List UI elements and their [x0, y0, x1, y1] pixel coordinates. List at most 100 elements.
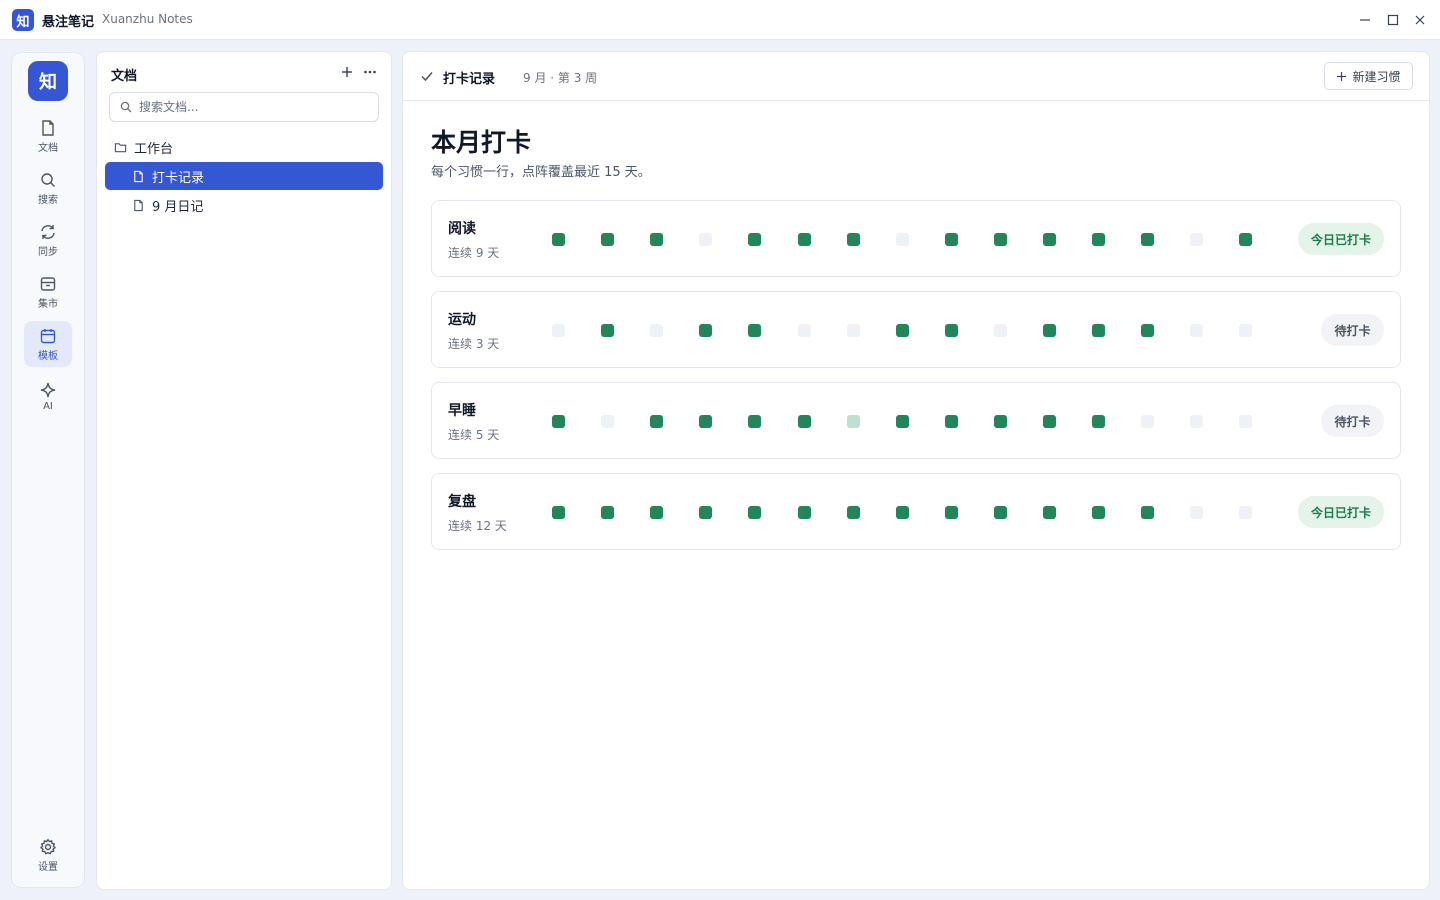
tree-doc-checkin[interactable]: 打卡记录: [105, 162, 383, 190]
day-cell[interactable]: [748, 233, 761, 246]
day-cell[interactable]: [1239, 506, 1252, 519]
day-cell[interactable]: [1141, 415, 1154, 428]
search-input[interactable]: [139, 100, 359, 114]
day-cell[interactable]: [699, 415, 712, 428]
day-cell[interactable]: [699, 506, 712, 519]
day-cell[interactable]: [945, 506, 958, 519]
day-cell[interactable]: [601, 233, 614, 246]
sync-icon: [41, 224, 55, 239]
day-cell[interactable]: [896, 506, 909, 519]
rail-item-templates[interactable]: 模板: [24, 321, 72, 367]
title-bar: 知 悬注笔记 Xuanzhu Notes: [0, 0, 1440, 40]
day-cell[interactable]: [650, 415, 663, 428]
check-in-button[interactable]: 待打卡: [1321, 405, 1384, 437]
rail-item-documents[interactable]: 文档: [24, 113, 72, 159]
rail-item-label: 设置: [38, 861, 58, 873]
maximize-button[interactable]: [1383, 10, 1403, 30]
day-cell[interactable]: [650, 506, 663, 519]
day-cell[interactable]: [896, 233, 909, 246]
day-cell[interactable]: [552, 415, 565, 428]
day-cell[interactable]: [945, 415, 958, 428]
day-cell[interactable]: [945, 324, 958, 337]
day-cell[interactable]: [1239, 324, 1252, 337]
day-cell[interactable]: [748, 506, 761, 519]
habit-name: 复盘: [448, 494, 476, 510]
day-cell[interactable]: [798, 324, 811, 337]
day-cell[interactable]: [552, 324, 565, 337]
day-cell[interactable]: [650, 233, 663, 246]
day-cell[interactable]: [1190, 506, 1203, 519]
habit-streak: 连续 3 天: [448, 337, 500, 351]
day-cell[interactable]: [1190, 415, 1203, 428]
habit-card: 阅读 连续 9 天 今日已打卡: [431, 200, 1401, 277]
day-cell[interactable]: [896, 324, 909, 337]
day-cell[interactable]: [798, 415, 811, 428]
page-title: 本月打卡: [431, 128, 532, 157]
checked-in-badge[interactable]: 今日已打卡: [1298, 223, 1384, 255]
rail-item-settings[interactable]: 设置: [24, 832, 72, 878]
rail-item-ai[interactable]: AI: [24, 373, 72, 419]
day-cell[interactable]: [552, 506, 565, 519]
rail-item-search[interactable]: 搜索: [24, 165, 72, 211]
day-cell[interactable]: [748, 324, 761, 337]
day-cell[interactable]: [1141, 506, 1154, 519]
day-cell[interactable]: [1043, 324, 1056, 337]
day-cell[interactable]: [601, 324, 614, 337]
day-cell[interactable]: [945, 233, 958, 246]
habit-name: 阅读: [448, 221, 476, 237]
day-cell[interactable]: [847, 506, 860, 519]
day-cell[interactable]: [1092, 415, 1105, 428]
day-cell[interactable]: [994, 415, 1007, 428]
day-cell[interactable]: [1141, 324, 1154, 337]
day-cell[interactable]: [601, 506, 614, 519]
day-cell[interactable]: [748, 415, 761, 428]
day-cell[interactable]: [650, 324, 663, 337]
day-cell[interactable]: [1190, 324, 1203, 337]
day-cell[interactable]: [699, 324, 712, 337]
tree-folder-workspace[interactable]: 工作台: [114, 133, 173, 161]
maximize-icon: [1387, 14, 1399, 26]
rail-item-label: 同步: [38, 246, 58, 258]
day-cell[interactable]: [896, 415, 909, 428]
day-cell[interactable]: [798, 233, 811, 246]
document-search[interactable]: [109, 92, 379, 122]
day-cell[interactable]: [847, 233, 860, 246]
day-cell[interactable]: [1239, 415, 1252, 428]
rail-item-sync[interactable]: 同步: [24, 217, 72, 263]
day-cell[interactable]: [798, 506, 811, 519]
day-cell[interactable]: [1092, 506, 1105, 519]
checked-in-badge[interactable]: 今日已打卡: [1298, 496, 1384, 528]
day-cell[interactable]: [699, 233, 712, 246]
add-document-button[interactable]: [339, 64, 355, 80]
rail-item-market[interactable]: 集市: [24, 269, 72, 315]
rail-logo: 知: [28, 61, 68, 101]
new-habit-button[interactable]: 新建习惯: [1324, 62, 1413, 90]
minimize-button[interactable]: [1355, 10, 1375, 30]
day-cell[interactable]: [1239, 233, 1252, 246]
day-cell[interactable]: [994, 506, 1007, 519]
app-name: 悬注笔记: [42, 15, 95, 30]
check-in-button[interactable]: 待打卡: [1321, 314, 1384, 346]
day-cell[interactable]: [1092, 233, 1105, 246]
close-button[interactable]: [1410, 10, 1430, 30]
day-cell[interactable]: [1190, 233, 1203, 246]
day-cell[interactable]: [1141, 233, 1154, 246]
icon-rail: 知 文档 搜索 同步 集市 模板 AI 设置: [11, 52, 85, 888]
day-cell[interactable]: [1043, 415, 1056, 428]
new-habit-label: 新建习惯: [1352, 69, 1401, 84]
day-cell[interactable]: [1043, 233, 1056, 246]
day-cell[interactable]: [1043, 506, 1056, 519]
day-cell[interactable]: [847, 324, 860, 337]
tree-doc-diary[interactable]: 9 月日记: [105, 191, 383, 219]
day-cell[interactable]: [1092, 324, 1105, 337]
day-cell[interactable]: [847, 415, 860, 428]
day-cell[interactable]: [552, 233, 565, 246]
day-cell[interactable]: [994, 324, 1007, 337]
day-cell[interactable]: [601, 415, 614, 428]
habit-streak: 连续 12 天: [448, 519, 507, 533]
calendar-icon: [40, 328, 56, 343]
document-icon: [134, 199, 143, 211]
gear-icon: [39, 838, 57, 854]
more-options-icon[interactable]: [362, 64, 378, 80]
day-cell[interactable]: [994, 233, 1007, 246]
